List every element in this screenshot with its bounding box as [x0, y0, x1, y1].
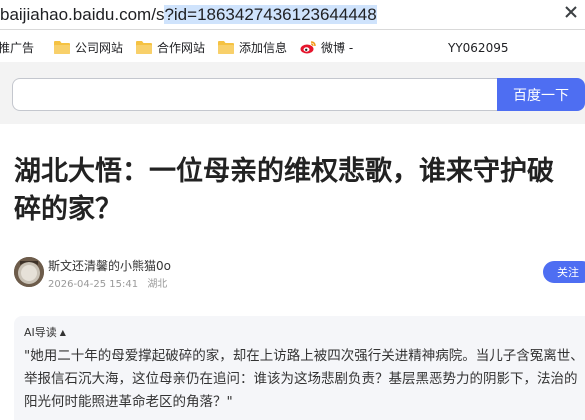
- weibo-icon: [300, 41, 316, 54]
- url-field[interactable]: baijiahao.baidu.com/s?id=186342743612364…: [0, 2, 560, 27]
- bookmark-item-3[interactable]: 添加信息: [218, 35, 290, 59]
- author-name[interactable]: 斯文还清馨的小熊猫0o: [48, 257, 171, 274]
- follow-button[interactable]: 关注: [543, 261, 585, 283]
- url-query: ?id=1863427436123644448: [164, 4, 377, 24]
- url-host: baijiahao.baidu.com: [0, 4, 152, 24]
- ai-summary-heading: AI导读: [24, 326, 57, 339]
- url-path: /s: [151, 4, 165, 24]
- search-button[interactable]: 百度一下: [497, 78, 585, 111]
- publish-location: 湖北: [147, 279, 168, 290]
- bookmarks-bar: 推广告 公司网站 合作网站 添加信息 微博 - YY062095: [0, 32, 585, 62]
- publish-date: 2026-04-25 15:41: [48, 279, 139, 290]
- bookmark-item-4[interactable]: 微博 -: [300, 35, 353, 59]
- folder-icon: [218, 40, 234, 54]
- bookmark-user-label[interactable]: YY062095: [448, 41, 508, 55]
- address-bar[interactable]: baijiahao.baidu.com/s?id=186342743612364…: [0, 0, 585, 30]
- bookmark-label: 公司网站: [75, 40, 124, 55]
- bookmark-item-2[interactable]: 合作网站: [136, 35, 205, 59]
- bookmark-label: 添加信息: [239, 40, 288, 55]
- author-row: 斯文还清馨的小熊猫0o 2026-04-25 15:41 湖北 关注: [14, 257, 585, 293]
- avatar-image: [14, 257, 44, 287]
- folder-icon: [136, 40, 152, 54]
- bookmark-item-0[interactable]: 推广告: [0, 35, 34, 59]
- search-input[interactable]: [12, 78, 497, 111]
- folder-icon: [54, 40, 70, 54]
- bookmark-item-1[interactable]: 公司网站: [54, 35, 123, 59]
- bookmark-label: 合作网站: [157, 40, 206, 55]
- search-area: 百度一下: [0, 62, 585, 124]
- avatar[interactable]: [14, 257, 44, 287]
- bookmark-label: 推广告: [0, 40, 35, 55]
- article-title: 湖北大悟：一位母亲的维权悲歌，谁来守护破碎的家？: [14, 156, 554, 225]
- ai-summary-text: "她用二十年的母爱撑起破碎的家，却在上访路上被四次强行关进精神病院。当儿子含冤离…: [24, 348, 584, 410]
- ai-summary-box: AI导读 ▲ "她用二十年的母爱撑起破碎的家，却在上访路上被四次强行关进精神病院…: [14, 316, 585, 420]
- author-meta: 2026-04-25 15:41 湖北: [48, 275, 173, 290]
- close-icon[interactable]: [563, 4, 579, 20]
- address-divider: [0, 29, 585, 30]
- ai-summary-toggle[interactable]: AI导读 ▲: [24, 324, 66, 340]
- caret-up-icon: ▲: [59, 327, 66, 337]
- bookmark-label: 微博 -: [321, 40, 354, 55]
